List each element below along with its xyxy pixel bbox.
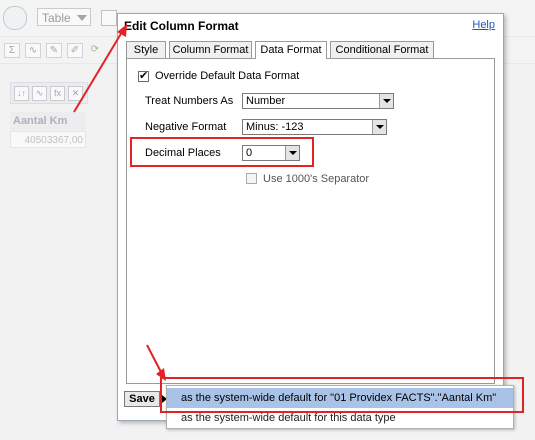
table-cell: 40503367,00 (10, 131, 86, 148)
column-tools: ↓↑ ∿ fx ✕ (10, 82, 88, 104)
negative-format-select[interactable]: Minus: -123 (242, 119, 387, 135)
tab-data-format[interactable]: Data Format (255, 41, 327, 59)
override-checkbox[interactable] (138, 69, 149, 82)
separator-label: Use 1000's Separator (263, 173, 370, 185)
menu-item-column-default[interactable]: as the system-wide default for "01 Provi… (167, 388, 513, 408)
view-selector-label: Table (42, 11, 71, 25)
view-selector[interactable]: Table (37, 8, 91, 26)
edit-icon[interactable]: ✎ (46, 43, 62, 58)
edit-column-format-dialog: Edit Column Format Help Style Column For… (117, 13, 504, 421)
dropdown-arrow-icon (285, 146, 299, 160)
save-button[interactable]: Save (124, 391, 160, 407)
data-format-panel: Override Default Data Format Treat Numbe… (126, 58, 495, 384)
save-options-menu: as the system-wide default for "01 Provi… (166, 385, 514, 429)
treat-numbers-label: Treat Numbers As (145, 95, 234, 107)
format-icon[interactable]: ✐ (67, 43, 83, 58)
chart-icon[interactable]: ∿ (32, 86, 47, 101)
negative-format-label: Negative Format (145, 121, 227, 133)
view-options-icon[interactable] (101, 10, 117, 26)
refresh-icon[interactable]: ⟳ (88, 43, 102, 56)
tab-column-format[interactable]: Column Format (169, 41, 252, 58)
tab-conditional-format[interactable]: Conditional Format (330, 41, 434, 58)
menu-item-datatype-default[interactable]: as the system-wide default for this data… (167, 408, 513, 428)
decimal-places-value: 0 (246, 147, 253, 159)
help-link[interactable]: Help (472, 19, 495, 31)
tab-style[interactable]: Style (126, 41, 166, 58)
treat-numbers-select[interactable]: Number (242, 93, 394, 109)
dropdown-arrow-icon (372, 120, 386, 134)
negative-format-value: Minus: -123 (246, 121, 304, 133)
treat-numbers-value: Number (246, 95, 286, 107)
override-label: Override Default Data Format (155, 70, 300, 82)
dialog-title: Edit Column Format (124, 19, 239, 33)
chevron-down-icon (77, 15, 87, 21)
decimal-places-select[interactable]: 0 (242, 145, 300, 161)
sort-icon[interactable]: ↓↑ (14, 86, 29, 101)
delete-icon[interactable]: ✕ (68, 86, 83, 101)
sigma-icon[interactable]: Σ (4, 43, 20, 58)
app-icon[interactable] (3, 6, 27, 30)
separator-checkbox[interactable] (246, 173, 257, 184)
chart-icon[interactable]: ∿ (25, 43, 41, 58)
dropdown-arrow-icon (379, 94, 393, 108)
decimal-places-label: Decimal Places (145, 147, 221, 159)
formula-icon[interactable]: fx (50, 86, 65, 101)
column-header[interactable]: Aantal Km (10, 112, 86, 130)
